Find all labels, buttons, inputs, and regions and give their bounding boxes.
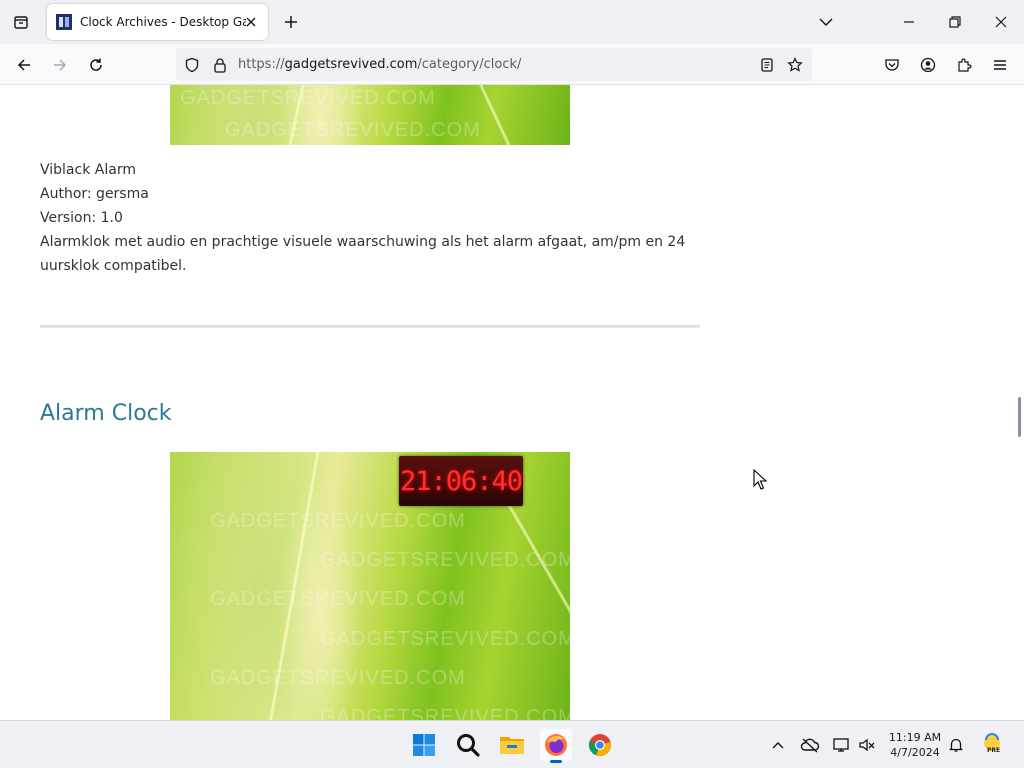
mouse-cursor-icon xyxy=(753,468,768,495)
tab-list-icon[interactable] xyxy=(8,9,34,35)
watermark-text: GADGETSREVIVED.COM xyxy=(210,510,466,532)
watermark-text: GADGETSREVIVED.COM xyxy=(210,588,466,610)
watermark-text: GADGETSREVIVED.COM xyxy=(210,667,466,689)
watermark-text: GADGETSREVIVED.COM xyxy=(320,628,570,650)
address-bar[interactable]: https://gadgetsrevived.com/category/cloc… xyxy=(176,48,812,81)
tracking-protection-shield-icon[interactable] xyxy=(182,55,202,75)
network-icon[interactable] xyxy=(832,735,852,755)
url-text[interactable]: https://gadgetsrevived.com/category/cloc… xyxy=(238,57,521,72)
clock-time: 21:06:40 xyxy=(399,465,523,497)
minimize-icon[interactable] xyxy=(895,8,923,36)
extensions-icon[interactable] xyxy=(951,52,977,78)
watermark-text: GADGETSREVIVED.COM xyxy=(320,706,570,720)
active-tab[interactable]: Clock Archives - Desktop Gadg xyxy=(47,4,268,40)
menu-icon[interactable] xyxy=(987,52,1013,78)
forward-icon[interactable] xyxy=(47,52,73,78)
watermark-text: GADGETSREVIVED.COM xyxy=(320,549,570,571)
reload-icon[interactable] xyxy=(83,52,109,78)
post-version: Version: 1.0 xyxy=(40,210,123,226)
navigation-toolbar: https://gadgetsrevived.com/category/cloc… xyxy=(0,44,1024,85)
firefox-icon[interactable] xyxy=(540,729,572,763)
file-explorer-icon[interactable] xyxy=(496,729,528,761)
bookmark-star-icon[interactable] xyxy=(785,55,805,75)
digital-clock-display: 21:06:40 xyxy=(399,456,523,506)
watermark-text: GADGETSREVIVED.COM xyxy=(180,87,436,109)
copilot-pre-badge: PRE xyxy=(987,747,1001,754)
volume-muted-icon[interactable] xyxy=(857,735,877,755)
page-content: GADGETSREVIVED.COM GADGETSREVIVED.COM Vi… xyxy=(0,85,1024,720)
list-all-tabs-icon[interactable] xyxy=(812,8,840,36)
post-author: Author: gersma xyxy=(40,186,149,202)
lock-icon[interactable] xyxy=(210,55,230,75)
url-path: /category/clock/ xyxy=(417,57,522,72)
chrome-icon[interactable] xyxy=(584,729,616,761)
notification-bell-icon[interactable] xyxy=(946,735,966,755)
viblack-alarm-screenshot[interactable]: GADGETSREVIVED.COM GADGETSREVIVED.COM xyxy=(170,85,570,145)
url-scheme: https:// xyxy=(238,57,285,72)
taskbar: 11:19 AM 4/7/2024 PRE xyxy=(0,720,1024,768)
page-scrollbar[interactable] xyxy=(1018,397,1021,437)
post-description: Alarmklok met audio en prachtige visuele… xyxy=(40,234,686,274)
tab-title: Clock Archives - Desktop Gadg xyxy=(80,15,246,29)
account-icon[interactable] xyxy=(915,52,941,78)
system-clock[interactable]: 11:19 AM 4/7/2024 xyxy=(882,730,948,760)
reader-view-icon[interactable] xyxy=(757,55,777,75)
copilot-preview-icon[interactable]: PRE xyxy=(980,732,1004,758)
back-icon[interactable] xyxy=(11,52,37,78)
chevron-up-icon[interactable] xyxy=(768,735,788,755)
post-divider xyxy=(40,325,700,328)
clock-date: 4/7/2024 xyxy=(890,746,940,759)
pocket-icon[interactable] xyxy=(879,52,905,78)
search-icon[interactable] xyxy=(452,729,484,761)
close-window-icon[interactable] xyxy=(987,8,1015,36)
watermark-text: GADGETSREVIVED.COM xyxy=(225,119,481,141)
windows-start-icon[interactable] xyxy=(408,729,440,761)
clock-time: 11:19 AM xyxy=(888,731,942,744)
url-host: gadgetsrevived.com xyxy=(284,57,418,72)
alarm-clock-screenshot[interactable]: GADGETSREVIVED.COM GADGETSREVIVED.COM GA… xyxy=(170,452,570,720)
onedrive-offline-icon[interactable] xyxy=(800,735,820,755)
tab-bar: Clock Archives - Desktop Gadg xyxy=(0,0,1024,44)
close-tab-icon[interactable] xyxy=(242,13,260,31)
restore-icon[interactable] xyxy=(941,8,969,36)
new-tab-icon[interactable] xyxy=(280,11,302,33)
site-favicon-icon xyxy=(56,14,72,30)
post-name: Viblack Alarm xyxy=(40,162,136,178)
post-title-link[interactable]: Alarm Clock xyxy=(40,401,172,426)
